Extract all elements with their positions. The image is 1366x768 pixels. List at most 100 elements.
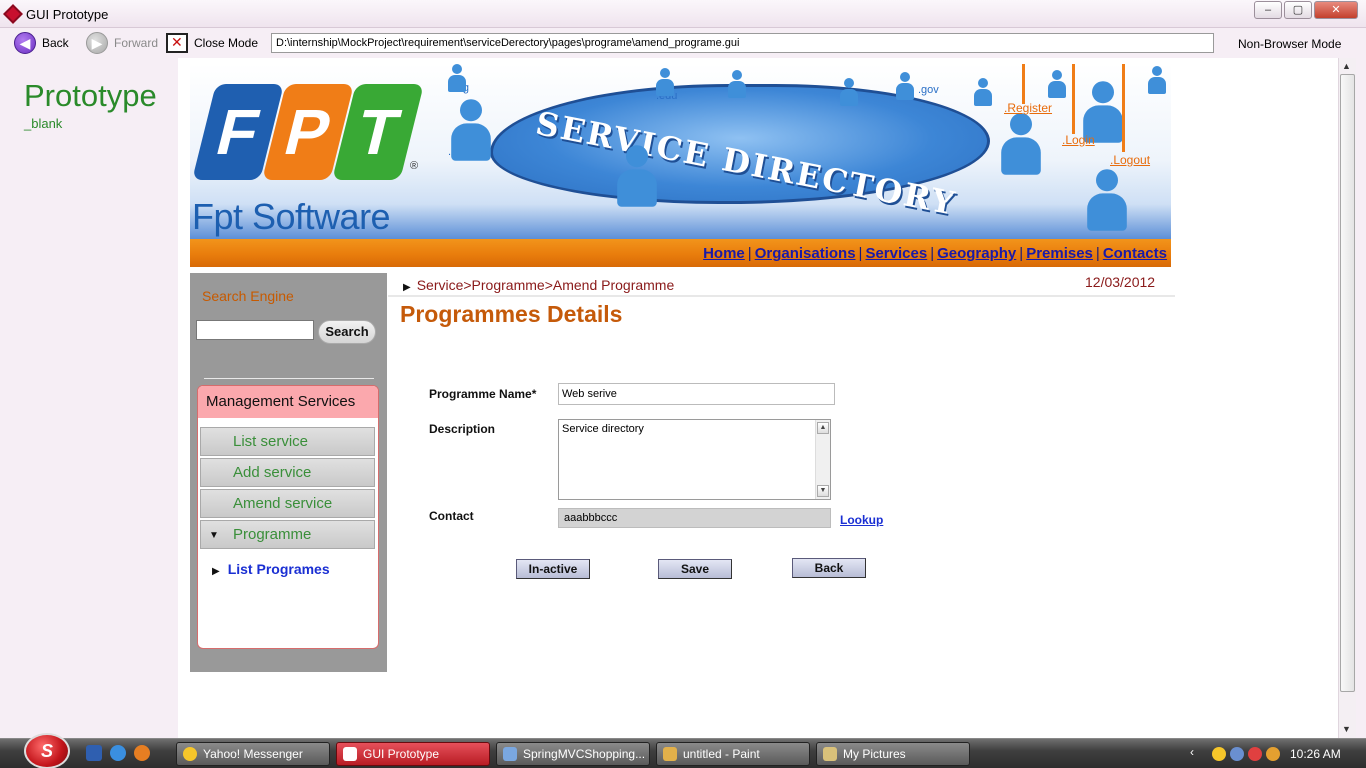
tray-icon[interactable]	[1266, 747, 1280, 761]
triangle-right-icon: ▶	[212, 566, 220, 577]
management-services-panel: Management Services List service Add ser…	[197, 385, 379, 649]
tray-icon[interactable]	[1230, 747, 1244, 761]
lookup-link[interactable]: Lookup	[840, 513, 883, 527]
person-icon	[840, 78, 858, 106]
contact-field: aaabbbccc	[558, 508, 831, 528]
vertical-scrollbar[interactable]: ▲ ▼	[1338, 58, 1356, 738]
start-button[interactable]: S	[24, 733, 70, 768]
left-panel: Prototype _blank	[0, 58, 178, 738]
nav-geography[interactable]: Geography	[937, 245, 1016, 262]
cube-icon	[503, 747, 517, 761]
scroll-down-icon[interactable]: ▼	[1342, 724, 1351, 734]
person-icon	[896, 72, 914, 100]
person-icon	[1001, 113, 1041, 175]
sidebar-item-add-service[interactable]: Add service	[200, 458, 375, 487]
search-button[interactable]: Search	[318, 320, 376, 344]
tray-expand-icon[interactable]: ‹	[1190, 745, 1194, 759]
person-icon	[1087, 169, 1127, 231]
nav-services[interactable]: Services	[865, 245, 927, 262]
clock: 10:26 AM	[1290, 747, 1341, 761]
description-label: Description	[429, 422, 496, 436]
task-springmvc[interactable]: SpringMVCShopping...	[496, 742, 650, 766]
link-line	[1072, 64, 1075, 134]
register-link[interactable]: .Register	[1004, 101, 1052, 115]
person-icon	[1148, 66, 1166, 94]
ie-icon[interactable]	[110, 745, 126, 761]
back-arrow-icon: ◀	[14, 32, 36, 54]
folder-icon	[823, 747, 837, 761]
person-icon	[451, 99, 491, 161]
inactive-button[interactable]: In-active	[516, 559, 590, 579]
scroll-down-icon[interactable]: ▼	[817, 485, 829, 497]
task-my-pictures[interactable]: My Pictures	[816, 742, 970, 766]
triangle-right-icon: ▶	[403, 282, 411, 293]
person-icon	[728, 70, 746, 98]
back-form-button[interactable]: Back	[792, 558, 866, 578]
address-bar[interactable]: D:\internship\MockProject\requirement\se…	[271, 33, 1214, 53]
forward-arrow-icon: ▶	[86, 32, 108, 54]
sidebar-item-programme[interactable]: ▼ Programme	[200, 520, 375, 549]
person-icon	[448, 64, 466, 92]
search-input[interactable]	[196, 320, 314, 340]
minimize-button[interactable]: –	[1254, 1, 1282, 19]
desktop-icon[interactable]	[86, 745, 102, 761]
sidebar-item-list-service[interactable]: List service	[200, 427, 375, 456]
nav-organisations[interactable]: Organisations	[755, 245, 856, 262]
breadcrumb: ▶ Service>Programme>Amend Programme	[403, 277, 675, 293]
scroll-up-icon[interactable]: ▲	[817, 422, 829, 434]
fpt-logo: F P T ®	[192, 72, 424, 184]
content-area: Prototype _blank SERVICE DIRECTORY .org …	[0, 58, 1338, 738]
forward-button[interactable]: ▶ Forward	[86, 31, 158, 55]
yahoo-icon	[183, 747, 197, 761]
page-title: Programmes Details	[400, 301, 623, 327]
app-icon	[343, 747, 357, 761]
person-icon	[974, 78, 992, 106]
tray-icon[interactable]	[1248, 747, 1262, 761]
nav-premises[interactable]: Premises	[1026, 245, 1093, 262]
link-line	[1022, 64, 1025, 104]
programme-name-label: Programme Name*	[429, 387, 537, 401]
back-button[interactable]: ◀ Back	[14, 31, 69, 55]
sidebar-item-list-programes[interactable]: ▶ List Programes	[212, 561, 330, 577]
link-line	[1122, 64, 1125, 152]
sidebar-item-amend-service[interactable]: Amend service	[200, 489, 375, 518]
task-yahoo-messenger[interactable]: Yahoo! Messenger	[176, 742, 330, 766]
company-name: Fpt Software	[192, 196, 391, 237]
divider	[388, 295, 1175, 297]
task-gui-prototype[interactable]: GUI Prototype	[336, 742, 490, 766]
management-services-title: Management Services	[198, 386, 378, 418]
close-mode-button[interactable]: Close Mode	[166, 31, 258, 55]
task-paint[interactable]: untitled - Paint	[656, 742, 810, 766]
main-nav: Home | Organisations | Services | Geography | Pr…	[190, 239, 1171, 267]
programme-name-input[interactable]: Web serive	[558, 383, 835, 405]
prototype-subtitle: _blank	[24, 116, 63, 131]
paint-icon	[663, 747, 677, 761]
tray-icon[interactable]	[1212, 747, 1226, 761]
prototype-title: Prototype	[24, 78, 157, 113]
login-link[interactable]: .Login	[1062, 133, 1095, 147]
logout-link[interactable]: .Logout	[1110, 153, 1150, 167]
current-date: 12/03/2012	[1085, 274, 1156, 290]
toolbar: ◀ Back ▶ Forward Close Mode D:\internshi…	[0, 28, 1366, 58]
nav-home[interactable]: Home	[703, 245, 745, 262]
expand-caret-icon: ▼	[209, 530, 219, 541]
header-banner: SERVICE DIRECTORY .org .edu .gov .com .R…	[190, 64, 1171, 239]
nav-contacts[interactable]: Contacts	[1103, 245, 1167, 262]
maximize-button[interactable]: ▢	[1284, 1, 1312, 19]
app-icon	[3, 4, 23, 24]
browser-mode-label[interactable]: Non-Browser Mode	[1238, 37, 1341, 51]
scrollbar-thumb[interactable]	[1340, 74, 1355, 692]
firefox-icon[interactable]	[134, 745, 150, 761]
description-textarea[interactable]: Service directory ▲ ▼	[558, 419, 831, 500]
window-controls: – ▢ ✕	[1254, 1, 1358, 19]
domain-label-gov: .gov	[918, 84, 939, 96]
divider	[204, 378, 374, 379]
textarea-scrollbar[interactable]: ▲ ▼	[815, 420, 830, 499]
search-engine-label: Search Engine	[202, 288, 294, 304]
person-icon	[1048, 70, 1066, 98]
close-button[interactable]: ✕	[1314, 1, 1358, 19]
taskbar: S Yahoo! Messenger GUI Prototype SpringM…	[0, 733, 1366, 768]
scroll-up-icon[interactable]: ▲	[1342, 61, 1351, 71]
title-bar: GUI Prototype – ▢ ✕	[0, 0, 1366, 28]
save-button[interactable]: Save	[658, 559, 732, 579]
